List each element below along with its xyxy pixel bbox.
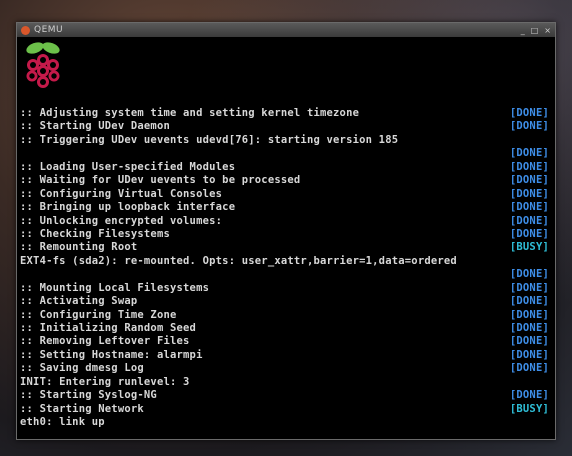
status-badge: [BUSY] bbox=[509, 241, 549, 254]
console-line: :: Configuring Time Zone [DONE] bbox=[20, 309, 549, 322]
console-line-text: :: Remounting Root bbox=[20, 241, 138, 254]
maximize-button[interactable]: □ bbox=[531, 26, 539, 35]
console-line: :: Activating Swap [DONE] bbox=[20, 295, 549, 308]
console-line-text: :: Starting UDev Daemon bbox=[20, 120, 170, 133]
console-line: :: Starting UDev Daemon [DONE] bbox=[20, 120, 549, 133]
console-line-text: :: Activating Swap bbox=[20, 295, 138, 308]
console-line: [DONE] bbox=[20, 147, 549, 160]
close-button[interactable]: × bbox=[544, 26, 551, 35]
console-line-text: :: Waiting for UDev uevents to be proces… bbox=[20, 174, 301, 187]
console-line: INIT: Entering runlevel: 3 bbox=[20, 376, 549, 389]
console-line-text: eth0: link up bbox=[20, 416, 105, 429]
console-line-text: :: Removing Leftover Files bbox=[20, 335, 190, 348]
status-badge: [DONE] bbox=[509, 389, 549, 402]
console-line-text: :: Triggering UDev uevents udevd[76]: st… bbox=[20, 133, 399, 146]
status-badge: [DONE] bbox=[509, 362, 549, 375]
console-line-text: :: Bringing up loopback interface bbox=[20, 201, 236, 214]
status-badge: [DONE] bbox=[509, 120, 549, 133]
console-line: :: Remounting Root [BUSY] bbox=[20, 241, 549, 254]
console-line-text: :: Mounting Local Filesystems bbox=[20, 281, 210, 294]
console-line-text: :: Adjusting system time and setting ker… bbox=[20, 107, 360, 119]
window-title: QEMU bbox=[34, 25, 64, 35]
console-line-text: :: Initializing Random Seed bbox=[20, 322, 197, 334]
status-badge: [DONE] bbox=[509, 281, 549, 294]
console-line: EXT4-fs (sda2): re-mounted. Opts: user_x… bbox=[20, 255, 549, 268]
console-screen[interactable]: :: Adjusting system time and setting ker… bbox=[17, 37, 555, 439]
console-line: :: Saving dmesg Log [DONE] bbox=[20, 362, 549, 375]
console-line: :: Adjusting system time and setting ker… bbox=[20, 107, 549, 120]
status-badge: [DONE] bbox=[509, 227, 549, 240]
console-line: :: Removing Leftover Files [DONE] bbox=[20, 335, 549, 348]
status-badge: [DONE] bbox=[509, 295, 549, 308]
console-line: :: Mounting Local Filesystems [DONE] bbox=[20, 282, 549, 295]
status-badge: [DONE] bbox=[509, 268, 549, 281]
status-badge: [DONE] bbox=[509, 308, 549, 321]
console-line: :: Waiting for UDev uevents to be proces… bbox=[20, 174, 549, 187]
status-badge: [DONE] bbox=[509, 107, 549, 119]
console-line: :: Loading User-specified Modules [DONE] bbox=[20, 161, 549, 174]
status-badge: [DONE] bbox=[509, 322, 549, 334]
console-line-text: EXT4-fs (sda2): re-mounted. Opts: user_x… bbox=[20, 254, 457, 267]
console-line-text: :: Starting Network bbox=[20, 402, 144, 415]
console-line: :: Setting Hostname: alarmpi [DONE] bbox=[20, 349, 549, 362]
console-line: :: Checking Filesystems [DONE] bbox=[20, 228, 549, 241]
console-line: :: Triggering UDev uevents udevd[76]: st… bbox=[20, 134, 549, 147]
status-badge: [DONE] bbox=[509, 147, 549, 160]
console-line-text: :: Loading User-specified Modules bbox=[20, 160, 236, 173]
status-badge: [DONE] bbox=[509, 187, 549, 200]
console-line-text: :: Configuring Virtual Consoles bbox=[20, 187, 223, 200]
console-line: :: Configuring Virtual Consoles [DONE] bbox=[20, 188, 549, 201]
console-line: :: Bringing up loopback interface [DONE] bbox=[20, 201, 549, 214]
raspberry-pi-logo bbox=[26, 42, 60, 88]
console-line-text: :: Configuring Time Zone bbox=[20, 308, 177, 321]
status-badge: [DONE] bbox=[509, 214, 549, 227]
status-badge: [DONE] bbox=[509, 201, 549, 214]
status-badge: [BUSY] bbox=[509, 402, 549, 415]
status-badge: [DONE] bbox=[509, 160, 549, 173]
console-line: [DONE] bbox=[20, 268, 549, 281]
qemu-icon bbox=[21, 25, 30, 35]
window-titlebar[interactable]: QEMU _ □ × bbox=[17, 23, 555, 37]
console-line: :: Initializing Random Seed [DONE] bbox=[20, 322, 549, 335]
qemu-window[interactable]: QEMU _ □ × :: Adjusting system time and … bbox=[16, 22, 556, 440]
status-badge: [DONE] bbox=[509, 174, 549, 187]
console-line-text: :: Checking Filesystems bbox=[20, 227, 170, 240]
console-line: :: Unlocking encrypted volumes: [DONE] bbox=[20, 215, 549, 228]
status-badge: [DONE] bbox=[509, 335, 549, 348]
console-line-text: :: Saving dmesg Log bbox=[20, 362, 144, 375]
console-line-text: :: Setting Hostname: alarmpi bbox=[20, 348, 203, 361]
console-line: :: Starting Network [BUSY] bbox=[20, 403, 549, 416]
console-line: :: Starting Syslog-NG [DONE] bbox=[20, 389, 549, 402]
minimize-button[interactable]: _ bbox=[521, 26, 525, 35]
console-line: eth0: link up bbox=[20, 416, 549, 429]
boot-log: :: Adjusting system time and setting ker… bbox=[20, 107, 549, 430]
console-line-text: INIT: Entering runlevel: 3 bbox=[20, 375, 190, 388]
console-line-text: :: Unlocking encrypted volumes: bbox=[20, 214, 223, 227]
status-badge: [DONE] bbox=[509, 348, 549, 361]
console-line-text: :: Starting Syslog-NG bbox=[20, 389, 157, 402]
